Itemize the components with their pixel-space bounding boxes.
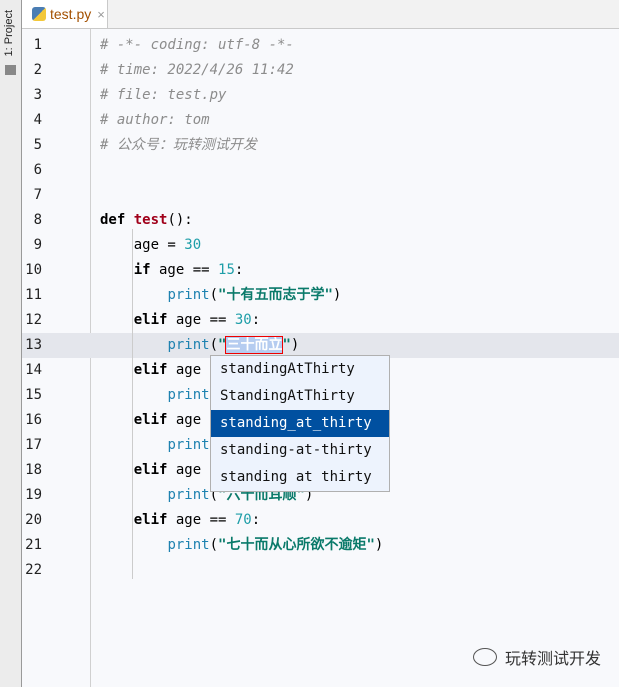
watermark: 玩转测试开发 [472, 645, 601, 669]
completion-item[interactable]: standing at thirty [211, 464, 389, 491]
line-code: print("七十而从心所欲不逾矩") [167, 537, 384, 553]
code-line[interactable]: 10 if age == 15: [22, 258, 619, 283]
line-code: # 公众号：玩转测试开发 [100, 137, 257, 153]
line-code: def test(): [100, 212, 193, 228]
line-number: 13 [25, 337, 42, 353]
code-line[interactable]: 21 print("七十而从心所欲不逾矩") [22, 533, 619, 558]
line-number: 8 [33, 212, 42, 228]
code-line[interactable]: 4 # author: tom [22, 108, 619, 133]
line-number: 1 [33, 37, 42, 53]
code-line[interactable]: 8 def test(): [22, 208, 619, 233]
tab-test-py[interactable]: test.py × [22, 0, 108, 28]
line-number: 6 [33, 162, 42, 178]
line-number: 19 [25, 487, 42, 503]
line-code: # author: tom [100, 112, 210, 128]
line-code: elif age == 30: [133, 312, 261, 328]
code-line[interactable]: 12 elif age == 30: [22, 308, 619, 333]
line-number: 14 [25, 362, 42, 378]
line-number: 2 [33, 62, 42, 78]
completion-popup: standingAtThirty StandingAtThirty standing… [210, 355, 390, 492]
folder-icon[interactable] [5, 65, 16, 75]
python-file-icon [32, 7, 46, 21]
line-code: print("十有五而志于学") [167, 287, 342, 303]
line-code: # -*- coding: utf-8 -*- [100, 37, 294, 53]
line-code: # time: 2022/4/26 11:42 [100, 62, 294, 78]
line-number: 20 [25, 512, 42, 528]
editor-tabs: test.py × [22, 0, 619, 29]
line-number: 4 [33, 112, 42, 128]
line-number: 12 [25, 312, 42, 328]
code-line[interactable]: 5 # 公众号：玩转测试开发 [22, 133, 619, 158]
line-code: age = 30 [100, 237, 202, 253]
watermark-text: 玩转测试开发 [504, 649, 601, 668]
tool-window-strip: 1: Project [0, 0, 22, 687]
line-code: # file: test.py [100, 87, 227, 103]
code-line[interactable]: 7 [22, 183, 619, 208]
code-line[interactable]: 9 age = 30 [22, 233, 619, 258]
line-number: 18 [25, 462, 42, 478]
line-number: 17 [25, 437, 42, 453]
code-line[interactable]: 2 # time: 2022/4/26 11:42 [22, 58, 619, 83]
line-number: 10 [25, 262, 42, 278]
code-line[interactable]: 3 # file: test.py [22, 83, 619, 108]
line-code: elif age == 70: [133, 512, 261, 528]
completion-item[interactable]: StandingAtThirty [211, 383, 389, 410]
completion-item[interactable]: standingAtThirty [211, 356, 389, 383]
line-number: 3 [33, 87, 42, 103]
line-number: 5 [33, 137, 42, 153]
code-line[interactable]: 1 # -*- coding: utf-8 -*- [22, 33, 619, 58]
indent-guide [132, 229, 133, 579]
close-icon[interactable]: × [97, 7, 105, 22]
line-number: 15 [25, 387, 42, 403]
tab-label: test.py [50, 6, 92, 22]
completion-item[interactable]: standing_at_thirty [211, 410, 389, 437]
line-number: 9 [33, 237, 42, 253]
code-line[interactable]: 6 [22, 158, 619, 183]
code-line[interactable]: 11 print("十有五而志于学") [22, 283, 619, 308]
code-line[interactable]: 22 [22, 558, 619, 583]
line-number: 21 [25, 537, 42, 553]
line-number: 11 [25, 287, 42, 303]
line-number: 22 [25, 562, 42, 578]
completion-item[interactable]: standing-at-thirty [211, 437, 389, 464]
wechat-icon [472, 648, 497, 666]
code-line[interactable]: 20 elif age == 70: [22, 508, 619, 533]
line-number: 7 [33, 187, 42, 203]
line-number: 16 [25, 412, 42, 428]
line-code: if age == 15: [133, 262, 244, 278]
project-tool-button[interactable]: 1: Project [3, 10, 15, 56]
